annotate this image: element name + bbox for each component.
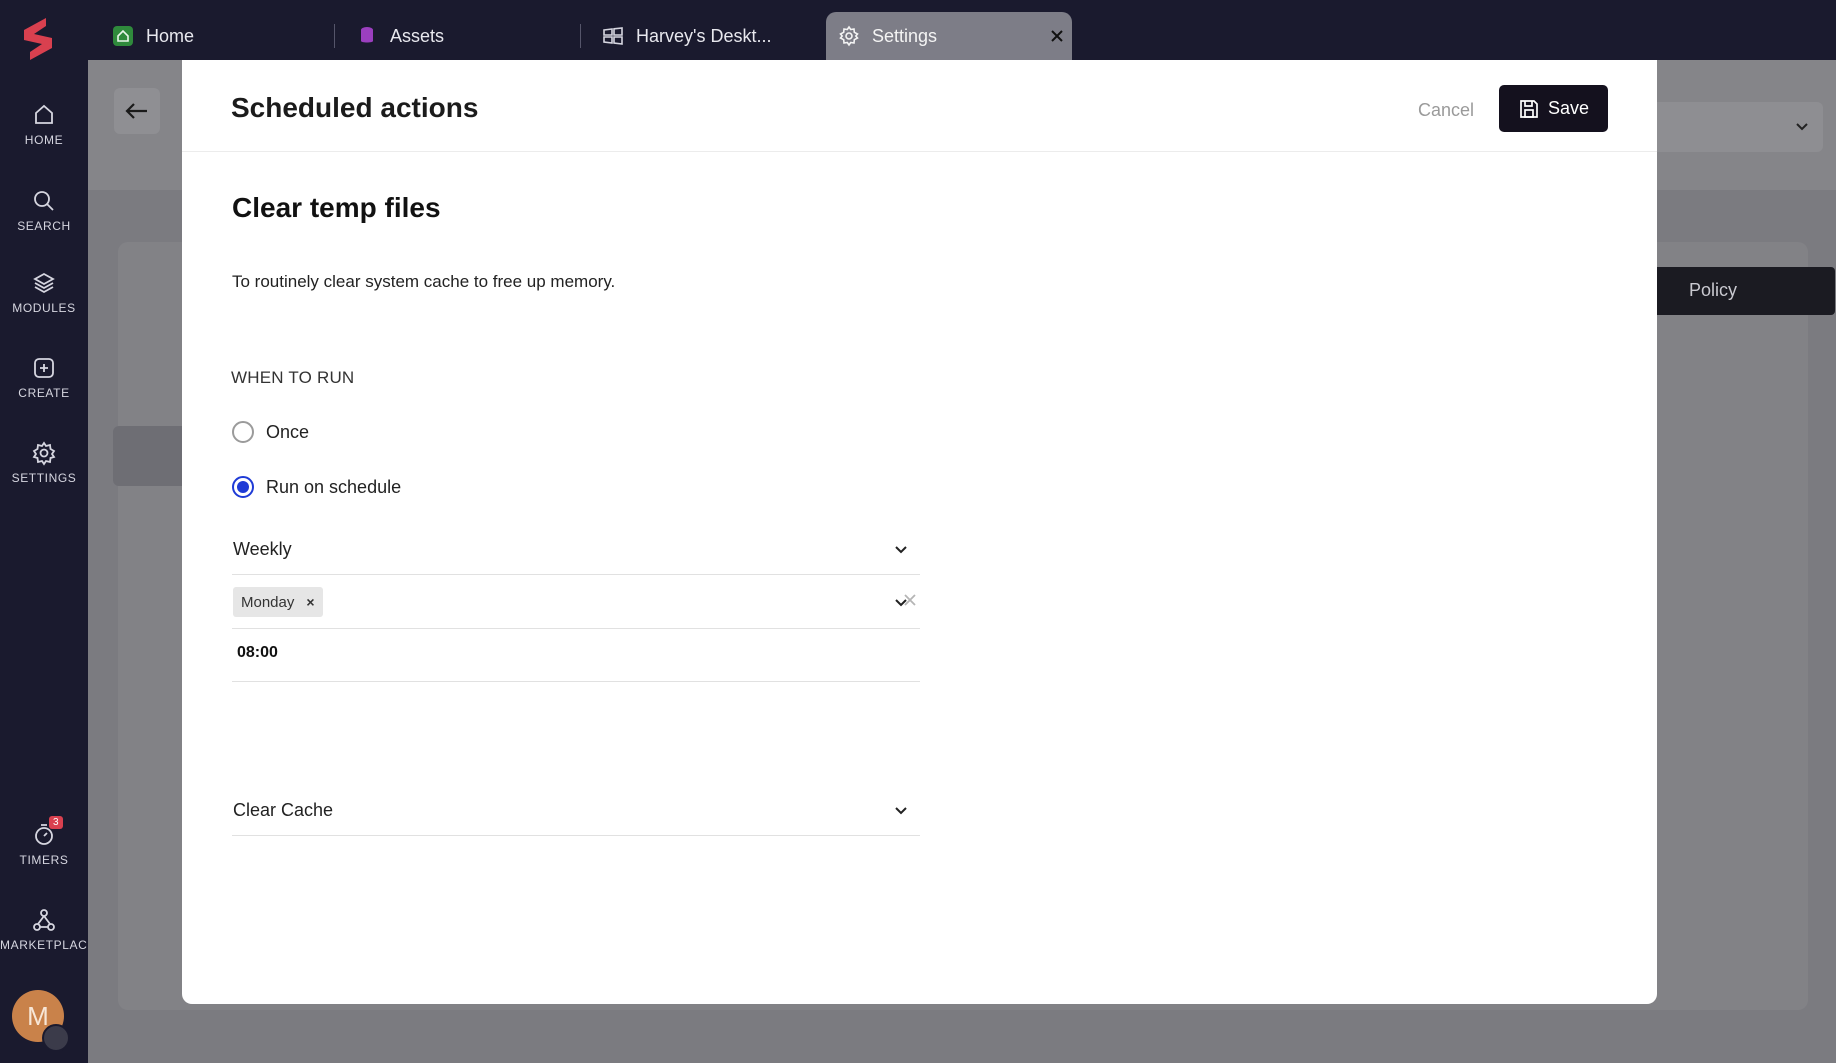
close-tab-icon[interactable] (1050, 29, 1064, 43)
bg-dropdown[interactable] (1648, 102, 1823, 152)
radio-schedule-circle[interactable] (232, 476, 254, 498)
back-button[interactable] (114, 88, 160, 134)
nav-rail: HOME SEARCH MODULES CREATE SETTINGS 3 TI… (0, 0, 96, 1063)
add-policy-label: Policy (1689, 280, 1738, 300)
radio-run-on-schedule[interactable]: Run on schedule (232, 476, 401, 498)
when-to-run-label: WHEN TO RUN (231, 368, 355, 387)
action-value: Clear Cache (233, 800, 334, 820)
plus-square-icon (34, 358, 54, 378)
tab-divider (334, 24, 335, 48)
time-input[interactable]: 08:00 (232, 630, 920, 682)
radio-once-circle[interactable] (232, 421, 254, 443)
nav-search[interactable]: SEARCH (0, 188, 88, 233)
action-select[interactable]: Clear Cache (232, 777, 920, 836)
nav-home-label: HOME (24, 133, 64, 147)
tab-bar: Home Assets Harvey's Deskt... Settings (88, 0, 1836, 60)
chevron-down-icon (1796, 123, 1808, 131)
timers-badge: 3 (49, 816, 63, 829)
home-icon (113, 26, 133, 46)
tab-assets[interactable]: Assets (346, 12, 566, 60)
tab-harveys-desktop-label: Harvey's Deskt... (636, 25, 772, 46)
nav-marketplace-label: MARKETPLACE (0, 938, 96, 952)
tab-assets-label: Assets (390, 25, 445, 46)
nav-modules[interactable]: MODULES (0, 270, 88, 315)
cancel-button[interactable]: Cancel (1418, 100, 1474, 121)
gear-icon (32, 441, 56, 466)
nav-search-label: SEARCH (17, 219, 71, 233)
brand-logo[interactable] (16, 14, 60, 64)
tab-harveys-desktop[interactable]: Harvey's Deskt... (592, 12, 812, 60)
nav-timers[interactable]: 3 TIMERS (0, 816, 88, 867)
radio-once[interactable]: Once (232, 421, 309, 443)
tab-settings-label: Settings (872, 25, 938, 46)
radio-once-label: Once (266, 421, 310, 442)
frequency-select[interactable]: Weekly (232, 520, 920, 575)
chevron-down-icon (895, 807, 907, 815)
days-multiselect[interactable]: Monday × (232, 576, 920, 629)
nav-create[interactable]: CREATE (0, 355, 88, 400)
save-icon (1520, 99, 1538, 118)
network-icon (33, 909, 55, 931)
tab-settings[interactable]: Settings (826, 12, 1072, 60)
search-icon (34, 191, 54, 211)
nav-marketplace[interactable]: MARKETPLACE (0, 907, 96, 952)
chevron-down-icon (895, 546, 907, 554)
save-label: Save (1547, 98, 1590, 118)
add-policy-button[interactable]: Policy (1653, 267, 1835, 315)
modal-title: Scheduled actions (231, 92, 479, 123)
layers-icon (33, 272, 55, 294)
frequency-value: Weekly (233, 539, 292, 559)
time-value[interactable]: 08:00 (237, 644, 278, 662)
day-chip: Monday × (233, 587, 323, 617)
remove-day-icon[interactable]: × (306, 594, 314, 610)
modal-header: Scheduled actions Cancel Save (182, 60, 1657, 152)
nav-home[interactable]: HOME (0, 102, 88, 147)
tab-home[interactable]: Home (100, 12, 320, 60)
nav-modules-label: MODULES (12, 301, 76, 315)
scheduled-actions-modal: Scheduled actions Cancel Save Clear temp… (182, 60, 1657, 1004)
windows-icon (603, 27, 623, 45)
nav-create-label: CREATE (18, 386, 70, 400)
arrow-left-icon (125, 103, 147, 119)
action-name: Clear temp files (232, 192, 441, 223)
nav-settings[interactable]: SETTINGS (0, 440, 88, 485)
database-icon (361, 27, 373, 43)
tab-divider (580, 24, 581, 48)
nav-settings-label: SETTINGS (11, 471, 77, 485)
nav-timers-label: TIMERS (19, 853, 69, 867)
save-button[interactable]: Save (1499, 85, 1608, 132)
action-description: To routinely clear system cache to free … (232, 272, 616, 291)
gear-icon (839, 25, 859, 47)
radio-schedule-label: Run on schedule (266, 476, 402, 497)
tab-home-label: Home (146, 25, 195, 46)
chevron-down-icon[interactable] (894, 596, 908, 610)
avatar-status-icon (42, 1024, 70, 1052)
home-icon (35, 104, 53, 124)
day-chip-label: Monday (241, 593, 295, 611)
